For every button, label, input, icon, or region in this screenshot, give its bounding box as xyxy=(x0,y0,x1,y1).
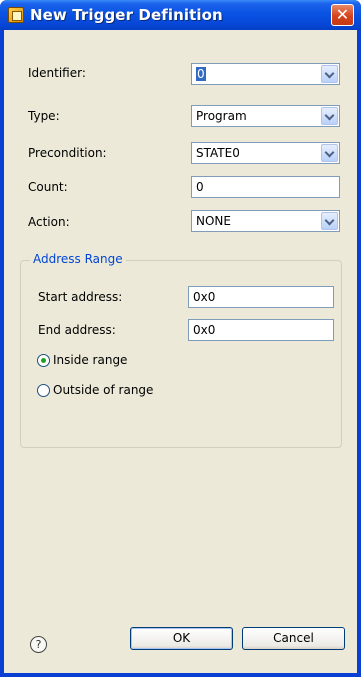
end-address-label: End address: xyxy=(38,323,116,337)
action-combo[interactable]: NONE xyxy=(191,210,340,232)
identifier-label: Identifier: xyxy=(28,66,86,80)
identifier-combo[interactable]: 0 xyxy=(191,63,340,85)
close-icon: ✕ xyxy=(335,5,350,24)
precondition-label: Precondition: xyxy=(28,146,107,160)
ok-label: OK xyxy=(172,631,191,645)
count-input[interactable]: 0 xyxy=(191,176,340,198)
end-address-input[interactable]: 0x0 xyxy=(188,319,334,341)
cancel-button[interactable]: Cancel xyxy=(242,627,345,650)
type-value: Program xyxy=(196,109,247,123)
chevron-down-icon[interactable] xyxy=(321,107,338,125)
start-address-value: 0x0 xyxy=(193,290,216,304)
count-label: Count: xyxy=(28,180,68,194)
radio-icon[interactable] xyxy=(37,353,50,367)
address-range-title: Address Range xyxy=(30,252,126,266)
chevron-down-icon[interactable] xyxy=(321,212,338,230)
ok-button[interactable]: OK xyxy=(130,627,233,650)
title-bar[interactable]: New Trigger Definition ✕ xyxy=(0,0,361,30)
type-label: Type: xyxy=(28,109,60,123)
close-button[interactable]: ✕ xyxy=(331,4,354,26)
precondition-combo[interactable]: STATE0 xyxy=(191,142,340,164)
count-value: 0 xyxy=(196,180,204,194)
dialog-client-area: Identifier: 0 Type: Program Precondition… xyxy=(4,30,357,673)
inside-range-label: Inside range xyxy=(53,353,128,367)
outside-range-radio[interactable]: Outside of range xyxy=(37,383,153,397)
radio-icon[interactable] xyxy=(37,383,50,397)
start-address-label: Start address: xyxy=(38,290,123,304)
identifier-value: 0 xyxy=(196,67,206,81)
cancel-label: Cancel xyxy=(273,631,314,645)
outside-range-label: Outside of range xyxy=(53,383,154,397)
inside-range-radio[interactable]: Inside range xyxy=(37,353,127,367)
type-combo[interactable]: Program xyxy=(191,105,340,127)
help-icon[interactable]: ? xyxy=(30,636,47,653)
chevron-down-icon[interactable] xyxy=(321,144,338,162)
precondition-value: STATE0 xyxy=(196,146,240,160)
window-title: New Trigger Definition xyxy=(30,6,223,24)
start-address-input[interactable]: 0x0 xyxy=(188,286,334,308)
end-address-value: 0x0 xyxy=(193,323,216,337)
app-icon xyxy=(8,7,24,23)
action-label: Action: xyxy=(28,215,70,229)
help-glyph: ? xyxy=(35,638,42,651)
chevron-down-icon[interactable] xyxy=(321,65,338,83)
dialog-window: New Trigger Definition ✕ Identifier: 0 T… xyxy=(0,0,361,677)
action-value: NONE xyxy=(196,214,231,228)
